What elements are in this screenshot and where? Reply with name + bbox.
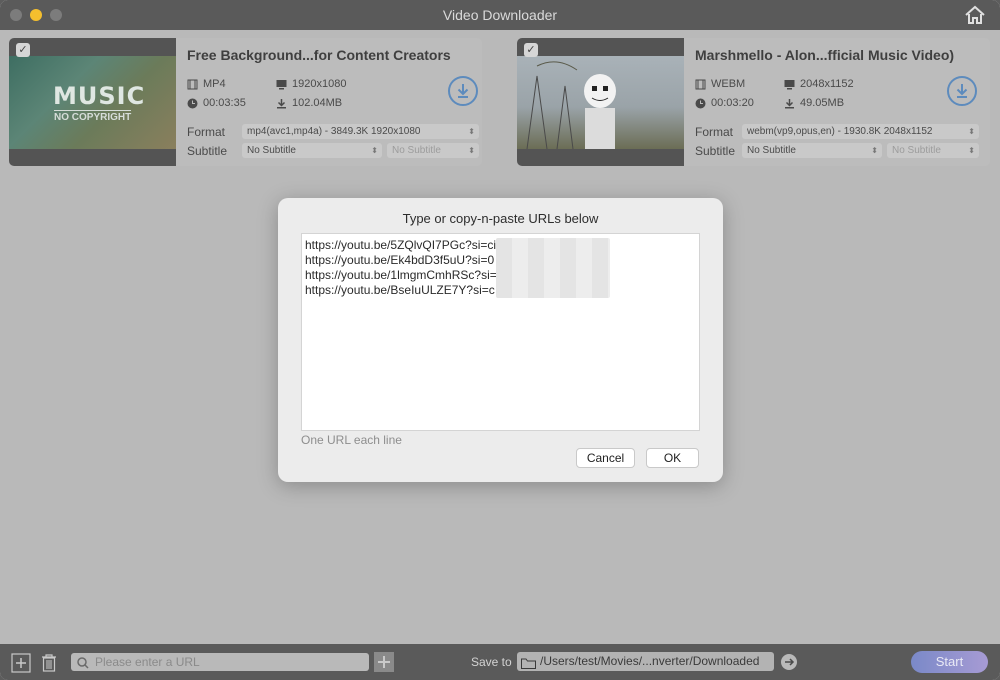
subtitle-language-select[interactable]: No Subtitle ⬍ (887, 143, 979, 158)
subtitle-language-value: No Subtitle (392, 145, 441, 156)
video-card: ✓ Marshmello - Alon...fficial Music Vide… (517, 38, 990, 166)
video-info: Free Background...for Content Creators M… (187, 38, 479, 166)
thumbnail-subcaption: NO COPYRIGHT (54, 110, 132, 123)
subtitle-language-select[interactable]: No Subtitle ⬍ (387, 143, 479, 158)
start-button[interactable]: Start (911, 651, 988, 673)
save-path: /Users/test/Movies/...nverter/Downloaded (540, 654, 760, 668)
url-input-placeholder: Please enter a URL (95, 655, 200, 669)
home-icon[interactable] (964, 5, 986, 25)
close-window-button[interactable] (10, 9, 22, 21)
video-thumbnail: MUSIC NO COPYRIGHT ✓ (9, 38, 176, 166)
url-textarea[interactable]: https://youtu.be/5ZQlvQI7PGc?si=ciZ http… (301, 233, 700, 431)
video-card: MUSIC NO COPYRIGHT ✓ Free Background...f… (9, 38, 482, 166)
duration-meta: 00:03:35 (187, 97, 246, 109)
subtitle-select-value: No Subtitle (247, 145, 296, 156)
chevron-updown-icon: ⬍ (468, 127, 475, 136)
save-to-label: Save to (471, 655, 512, 669)
format-select[interactable]: webm(vp9,opus,en) - 1930.8K 2048x1152 ⬍ (742, 124, 979, 139)
folder-icon (521, 656, 536, 671)
bottom-toolbar: Please enter a URL Save to /Users/test/M… (0, 644, 1000, 680)
chevron-updown-icon: ⬍ (871, 146, 878, 155)
download-size-icon (784, 98, 795, 109)
url-input[interactable]: Please enter a URL (71, 653, 369, 671)
trash-icon[interactable] (39, 653, 59, 678)
title-bar: Video Downloader (0, 0, 1000, 30)
subtitle-select[interactable]: No Subtitle ⬍ (742, 143, 882, 158)
thumbnail-image (517, 56, 684, 150)
chevron-updown-icon: ⬍ (371, 146, 378, 155)
size-meta: 49.05MB (784, 97, 844, 109)
subtitle-label: Subtitle (187, 144, 228, 158)
add-icon[interactable] (11, 653, 31, 678)
thumbnail-caption: MUSIC (53, 82, 146, 110)
container-format: WEBM (711, 78, 746, 90)
download-icon[interactable] (448, 76, 478, 106)
chevron-updown-icon: ⬍ (968, 127, 975, 136)
monitor-icon (276, 79, 287, 90)
file-size: 102.04MB (292, 97, 343, 109)
resolution: 1920x1080 (292, 78, 347, 90)
chevron-updown-icon: ⬍ (968, 146, 975, 155)
format-label: Format (187, 125, 226, 139)
film-icon (695, 79, 706, 90)
video-thumbnail: ✓ (517, 38, 684, 166)
url-paste-dialog: Type or copy-n-paste URLs below https://… (278, 198, 723, 482)
duration-meta: 00:03:20 (695, 97, 754, 109)
duration: 00:03:35 (203, 97, 246, 109)
container-meta: WEBM (695, 78, 745, 90)
ok-button[interactable]: OK (646, 448, 699, 468)
chevron-updown-icon: ⬍ (468, 146, 475, 155)
container-format: MP4 (203, 78, 226, 90)
cancel-button[interactable]: Cancel (576, 448, 635, 468)
minimize-window-button[interactable] (30, 9, 42, 21)
dialog-hint: One URL each line (301, 433, 402, 447)
subtitle-language-value: No Subtitle (892, 145, 941, 156)
resolution-meta: 2048x1152 (784, 78, 854, 90)
film-icon (187, 79, 198, 90)
redacted-area (496, 238, 610, 298)
search-icon (77, 656, 89, 674)
subtitle-label: Subtitle (695, 144, 736, 158)
resolution-meta: 1920x1080 (276, 78, 346, 90)
monitor-icon (784, 79, 795, 90)
duration: 00:03:20 (711, 97, 754, 109)
subtitle-select-value: No Subtitle (747, 145, 796, 156)
video-title: Free Background...for Content Creators (187, 47, 451, 63)
dialog-title: Type or copy-n-paste URLs below (402, 211, 599, 226)
format-select-value: webm(vp9,opus,en) - 1930.8K 2048x1152 (747, 126, 933, 137)
select-checkbox[interactable]: ✓ (524, 43, 538, 57)
clock-icon (187, 98, 198, 109)
arrow-right-icon[interactable] (781, 654, 797, 670)
video-title: Marshmello - Alon...fficial Music Video) (695, 47, 955, 63)
select-checkbox[interactable]: ✓ (16, 43, 30, 57)
download-size-icon (276, 98, 287, 109)
window-controls (10, 9, 62, 21)
download-icon[interactable] (947, 76, 977, 106)
subtitle-select[interactable]: No Subtitle ⬍ (242, 143, 382, 158)
app-window: Video Downloader MUSIC NO COPYRIGHT ✓ Fr… (0, 0, 1000, 680)
size-meta: 102.04MB (276, 97, 342, 109)
save-path-field[interactable]: /Users/test/Movies/...nverter/Downloaded (517, 652, 774, 671)
resolution: 2048x1152 (800, 78, 854, 90)
format-select[interactable]: mp4(avc1,mp4a) - 3849.3K 1920x1080 ⬍ (242, 124, 479, 139)
zoom-window-button[interactable] (50, 9, 62, 21)
container-meta: MP4 (187, 78, 226, 90)
format-label: Format (695, 125, 734, 139)
window-title: Video Downloader (442, 7, 558, 23)
add-url-icon[interactable] (374, 652, 394, 677)
video-info: Marshmello - Alon...fficial Music Video)… (695, 38, 982, 166)
file-size: 49.05MB (800, 97, 845, 109)
clock-icon (695, 98, 706, 109)
format-select-value: mp4(avc1,mp4a) - 3849.3K 1920x1080 (247, 126, 421, 137)
